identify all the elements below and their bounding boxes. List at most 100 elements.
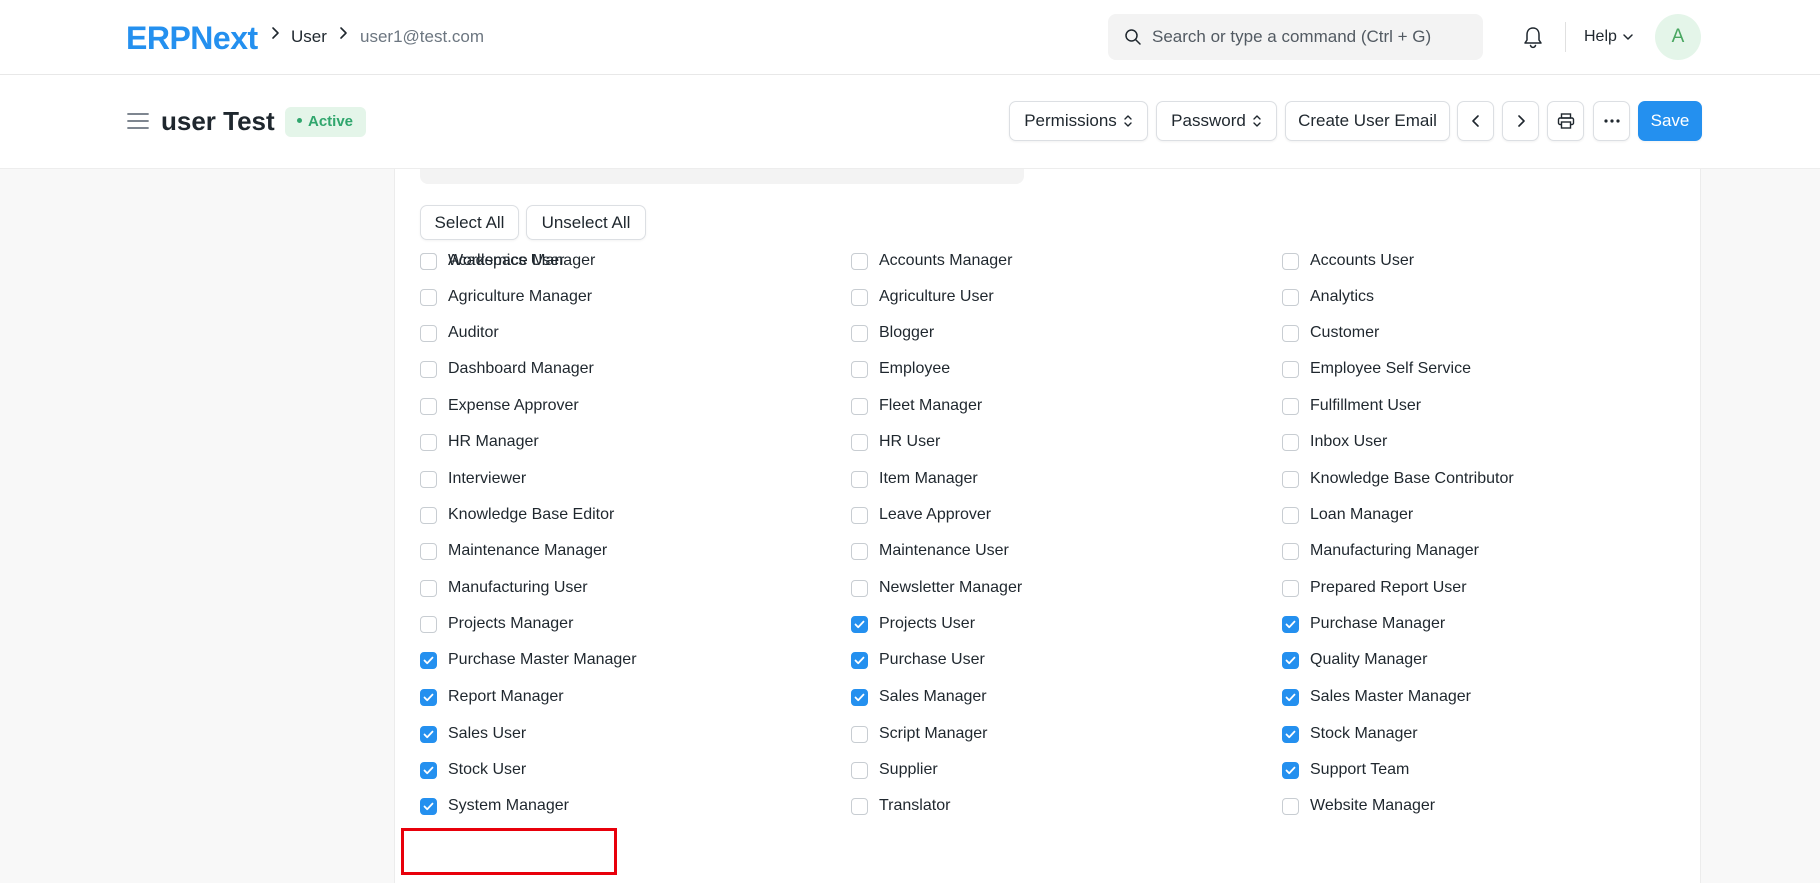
role-manufacturing-user[interactable]: Manufacturing User bbox=[420, 574, 588, 602]
role-purchase-user[interactable]: Purchase User bbox=[851, 646, 985, 674]
role-checkbox[interactable] bbox=[420, 579, 437, 597]
role-customer[interactable]: Customer bbox=[1282, 319, 1379, 347]
notification-bell-icon[interactable] bbox=[1522, 25, 1544, 49]
help-dropdown[interactable]: Help bbox=[1584, 26, 1617, 48]
role-checkbox[interactable] bbox=[420, 252, 437, 270]
unselect-all-button[interactable]: Unselect All bbox=[526, 205, 646, 240]
role-checkbox[interactable] bbox=[851, 506, 868, 524]
role-checkbox[interactable] bbox=[851, 470, 868, 488]
role-interviewer[interactable]: Interviewer bbox=[420, 465, 526, 493]
role-auditor[interactable]: Auditor bbox=[420, 319, 499, 347]
role-report-manager[interactable]: Report Manager bbox=[420, 683, 564, 711]
breadcrumb-record[interactable]: user1@test.com bbox=[360, 26, 484, 48]
role-checkbox[interactable] bbox=[1282, 506, 1299, 524]
role-purchase-manager[interactable]: Purchase Manager bbox=[1282, 610, 1445, 638]
role-accounts-manager[interactable]: Accounts Manager bbox=[851, 247, 1012, 275]
role-checkbox[interactable] bbox=[851, 761, 868, 779]
role-maintenance-user[interactable]: Maintenance User bbox=[851, 537, 1009, 565]
print-button[interactable] bbox=[1547, 101, 1584, 141]
role-accounts-user[interactable]: Accounts User bbox=[1282, 247, 1414, 275]
role-checkbox[interactable] bbox=[851, 651, 868, 669]
role-checkbox[interactable] bbox=[851, 360, 868, 378]
role-stock-user[interactable]: Stock User bbox=[420, 756, 526, 784]
role-support-team[interactable]: Support Team bbox=[1282, 756, 1409, 784]
role-checkbox[interactable] bbox=[1282, 579, 1299, 597]
sidebar-toggle-icon[interactable] bbox=[127, 112, 149, 130]
role-quality-manager[interactable]: Quality Manager bbox=[1282, 646, 1427, 674]
role-checkbox[interactable] bbox=[1282, 360, 1299, 378]
role-checkbox[interactable] bbox=[851, 433, 868, 451]
previous-record-button[interactable] bbox=[1457, 101, 1494, 141]
role-item-manager[interactable]: Item Manager bbox=[851, 465, 978, 493]
create-user-email-button[interactable]: Create User Email bbox=[1285, 101, 1450, 141]
role-checkbox[interactable] bbox=[420, 506, 437, 524]
role-checkbox[interactable] bbox=[851, 324, 868, 342]
role-checkbox[interactable] bbox=[851, 579, 868, 597]
role-checkbox[interactable] bbox=[420, 725, 437, 743]
role-checkbox[interactable] bbox=[1282, 470, 1299, 488]
role-checkbox[interactable] bbox=[1282, 725, 1299, 743]
user-avatar[interactable]: A bbox=[1655, 14, 1701, 60]
role-checkbox[interactable] bbox=[851, 797, 868, 815]
role-checkbox[interactable] bbox=[420, 688, 437, 706]
role-checkbox[interactable] bbox=[1282, 252, 1299, 270]
role-fulfillment-user[interactable]: Fulfillment User bbox=[1282, 392, 1421, 420]
role-website-manager[interactable]: Website Manager bbox=[1282, 792, 1435, 820]
role-checkbox[interactable] bbox=[420, 360, 437, 378]
role-maintenance-manager[interactable]: Maintenance Manager bbox=[420, 537, 607, 565]
role-checkbox[interactable] bbox=[851, 725, 868, 743]
role-checkbox[interactable] bbox=[1282, 797, 1299, 815]
role-inbox-user[interactable]: Inbox User bbox=[1282, 428, 1387, 456]
role-system-manager[interactable]: System Manager bbox=[420, 792, 569, 820]
role-checkbox[interactable] bbox=[1282, 397, 1299, 415]
role-knowledge-base-contributor[interactable]: Knowledge Base Contributor bbox=[1282, 465, 1514, 493]
role-hr-manager[interactable]: HR Manager bbox=[420, 428, 539, 456]
erpnext-logo[interactable]: ERPNext bbox=[126, 20, 258, 56]
role-blogger[interactable]: Blogger bbox=[851, 319, 934, 347]
role-sales-manager[interactable]: Sales Manager bbox=[851, 683, 987, 711]
next-record-button[interactable] bbox=[1502, 101, 1539, 141]
search-input[interactable] bbox=[1152, 14, 1472, 60]
permissions-button[interactable]: Permissions bbox=[1009, 101, 1148, 141]
role-checkbox[interactable] bbox=[1282, 688, 1299, 706]
role-projects-user[interactable]: Projects User bbox=[851, 610, 975, 638]
role-agriculture-user[interactable]: Agriculture User bbox=[851, 283, 994, 311]
role-prepared-report-user[interactable]: Prepared Report User bbox=[1282, 574, 1467, 602]
role-employee[interactable]: Employee bbox=[851, 355, 950, 383]
role-checkbox[interactable] bbox=[851, 252, 868, 270]
role-sales-master-manager[interactable]: Sales Master Manager bbox=[1282, 683, 1471, 711]
role-checkbox[interactable] bbox=[851, 615, 868, 633]
role-analytics[interactable]: Analytics bbox=[1282, 283, 1374, 311]
role-checkbox[interactable] bbox=[420, 397, 437, 415]
role-supplier[interactable]: Supplier bbox=[851, 756, 938, 784]
role-checkbox[interactable] bbox=[1282, 615, 1299, 633]
select-all-button[interactable]: Select All bbox=[420, 205, 519, 240]
role-sales-user[interactable]: Sales User bbox=[420, 720, 526, 748]
role-checkbox[interactable] bbox=[851, 688, 868, 706]
role-script-manager[interactable]: Script Manager bbox=[851, 720, 988, 748]
role-workspace-manager[interactable]: Workspace Manager bbox=[420, 247, 595, 275]
role-checkbox[interactable] bbox=[1282, 651, 1299, 669]
role-agriculture-manager[interactable]: Agriculture Manager bbox=[420, 283, 592, 311]
role-hr-user[interactable]: HR User bbox=[851, 428, 940, 456]
role-checkbox[interactable] bbox=[420, 542, 437, 560]
role-fleet-manager[interactable]: Fleet Manager bbox=[851, 392, 982, 420]
role-checkbox[interactable] bbox=[420, 433, 437, 451]
role-checkbox[interactable] bbox=[1282, 542, 1299, 560]
role-loan-manager[interactable]: Loan Manager bbox=[1282, 501, 1413, 529]
role-expense-approver[interactable]: Expense Approver bbox=[420, 392, 579, 420]
role-checkbox[interactable] bbox=[1282, 433, 1299, 451]
save-button[interactable]: Save bbox=[1638, 101, 1702, 141]
role-checkbox[interactable] bbox=[851, 542, 868, 560]
role-translator[interactable]: Translator bbox=[851, 792, 950, 820]
role-checkbox[interactable] bbox=[420, 761, 437, 779]
role-checkbox[interactable] bbox=[1282, 324, 1299, 342]
role-newsletter-manager[interactable]: Newsletter Manager bbox=[851, 574, 1022, 602]
role-leave-approver[interactable]: Leave Approver bbox=[851, 501, 991, 529]
role-manufacturing-manager[interactable]: Manufacturing Manager bbox=[1282, 537, 1479, 565]
role-checkbox[interactable] bbox=[420, 797, 437, 815]
role-purchase-master-manager[interactable]: Purchase Master Manager bbox=[420, 646, 637, 674]
role-checkbox[interactable] bbox=[420, 470, 437, 488]
role-checkbox[interactable] bbox=[851, 397, 868, 415]
role-dashboard-manager[interactable]: Dashboard Manager bbox=[420, 355, 594, 383]
